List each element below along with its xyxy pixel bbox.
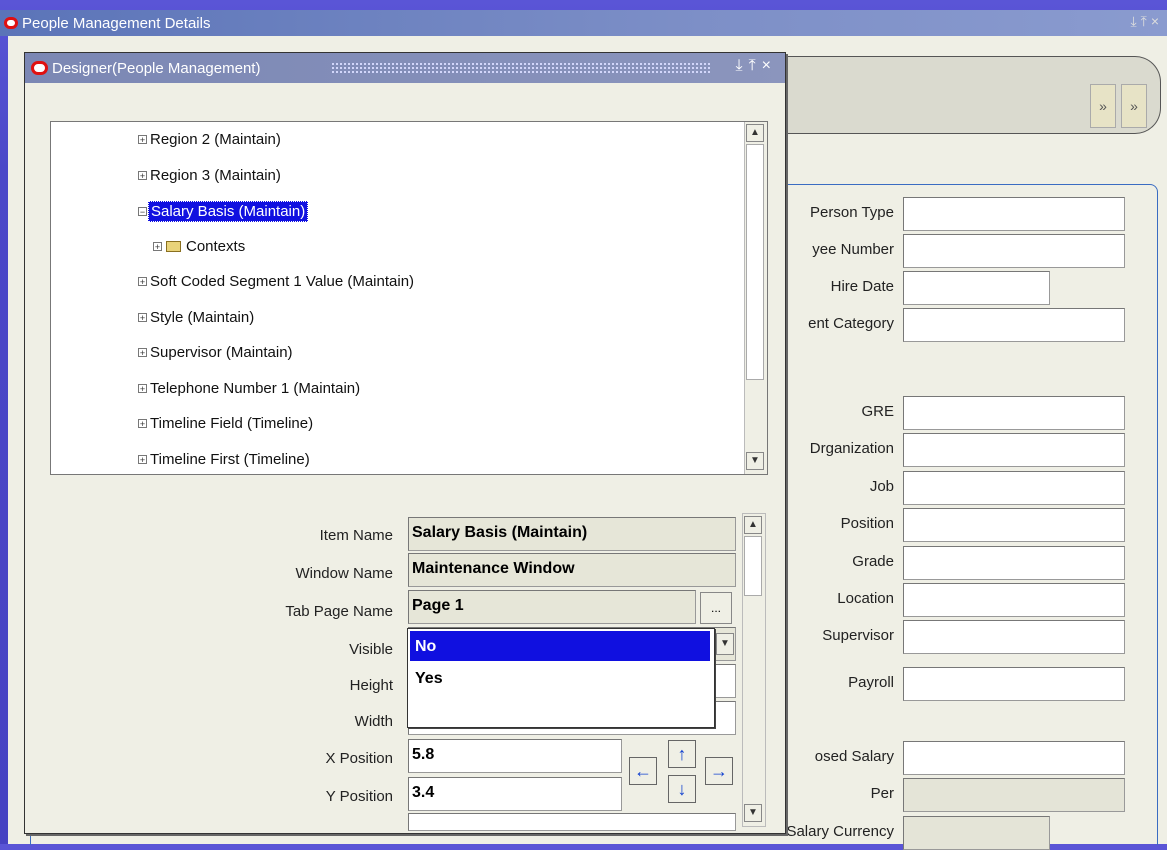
- tab-scroll-last-button[interactable]: »: [1121, 84, 1147, 128]
- visible-label: Visible: [349, 641, 393, 658]
- form-field[interactable]: [903, 508, 1125, 542]
- expand-icon[interactable]: +: [138, 419, 147, 429]
- form-field[interactable]: [903, 471, 1125, 505]
- tree-item[interactable]: − Salary Basis (Maintain): [138, 201, 309, 222]
- tree-item-label: Contexts: [186, 237, 246, 255]
- form-field[interactable]: [903, 741, 1125, 775]
- expand-icon[interactable]: +: [138, 383, 147, 393]
- form-field[interactable]: [903, 816, 1050, 850]
- expand-icon[interactable]: +: [138, 135, 147, 145]
- designer-titlebar[interactable]: Designer(People Management) ⤓⤒×: [25, 53, 785, 83]
- move-left-icon[interactable]: ←: [629, 757, 657, 785]
- move-up-icon[interactable]: ↑: [668, 740, 696, 768]
- visible-dropdown-list[interactable]: No Yes: [407, 628, 715, 728]
- scroll-up-icon[interactable]: ▲: [746, 124, 764, 142]
- tree-item-label: Timeline Field (Timeline): [150, 415, 314, 432]
- visible-dropdown-arrow-icon[interactable]: ▼: [716, 633, 734, 655]
- scroll-thumb[interactable]: [746, 144, 764, 380]
- tree-item[interactable]: + Region 3 (Maintain): [138, 166, 283, 185]
- form-field[interactable]: [903, 308, 1125, 342]
- move-down-icon[interactable]: ↓: [668, 775, 696, 803]
- tree-item-label: Supervisor (Maintain): [150, 344, 293, 361]
- tree-item[interactable]: + Style (Maintain): [138, 308, 256, 327]
- scroll-down-icon[interactable]: ▼: [746, 452, 764, 470]
- tree-item-label: Salary Basis (Maintain): [148, 201, 309, 222]
- tab-page-name-field[interactable]: Page 1: [408, 590, 696, 624]
- y-position-label: Y Position: [325, 788, 393, 805]
- oracle-logo-icon: [4, 17, 18, 29]
- height-label: Height: [349, 677, 393, 694]
- tree-item[interactable]: + Contexts: [153, 237, 247, 256]
- tree-item[interactable]: + Region 2 (Maintain): [138, 130, 283, 149]
- tab-page-name-label: Tab Page Name: [285, 603, 393, 620]
- tree-item[interactable]: + Telephone Number 1 (Maintain): [138, 379, 362, 398]
- next-field-partial[interactable]: [408, 813, 736, 831]
- form-field[interactable]: [903, 396, 1125, 430]
- tab-page-lov-button[interactable]: ...: [700, 592, 732, 624]
- props-scroll-up-icon[interactable]: ▲: [744, 516, 762, 534]
- move-right-icon[interactable]: →: [705, 757, 733, 785]
- tree-item-label: Region 2 (Maintain): [150, 131, 281, 148]
- window-name-label: Window Name: [295, 565, 393, 582]
- visible-option-no[interactable]: No: [410, 631, 710, 661]
- props-scroll-down-icon[interactable]: ▼: [744, 804, 762, 822]
- props-scroll-thumb[interactable]: [744, 536, 762, 596]
- outer-window-titlebar[interactable]: People Management Details ⤓⤒×: [0, 10, 1167, 36]
- props-scrollbar[interactable]: ▲ ▼: [742, 513, 766, 827]
- form-field[interactable]: [903, 546, 1125, 580]
- tree-item[interactable]: + Supervisor (Maintain): [138, 343, 295, 362]
- expand-icon[interactable]: +: [138, 170, 147, 180]
- form-field[interactable]: [903, 433, 1125, 467]
- visible-option-yes[interactable]: Yes: [410, 663, 710, 693]
- titlebar-grip: [331, 62, 711, 74]
- oracle-logo-icon: [31, 61, 48, 75]
- outer-window-controls[interactable]: ⤓⤒×: [1130, 13, 1163, 30]
- tree-item-label: Style (Maintain): [150, 308, 255, 326]
- collapse-icon[interactable]: −: [138, 207, 147, 217]
- tree-scrollbar[interactable]: ▲ ▼: [744, 122, 767, 474]
- folder-icon: [166, 240, 181, 252]
- tree-item[interactable]: + Soft Coded Segment 1 Value (Maintain): [138, 272, 416, 291]
- item-name-field[interactable]: Salary Basis (Maintain): [408, 517, 736, 551]
- form-field[interactable]: [903, 234, 1125, 268]
- expand-icon[interactable]: +: [138, 277, 147, 287]
- tab-scroll-next-button[interactable]: »: [1090, 84, 1116, 128]
- form-field[interactable]: [903, 778, 1125, 812]
- tree-item[interactable]: + Timeline First (Timeline): [138, 450, 312, 469]
- form-field[interactable]: [903, 583, 1125, 617]
- expand-icon[interactable]: +: [138, 454, 147, 464]
- window-name-field[interactable]: Maintenance Window: [408, 553, 736, 587]
- item-tree[interactable]: + Region 2 (Maintain) + Region 3 (Maintain)…: [50, 121, 768, 475]
- designer-window-controls[interactable]: ⤓⤒×: [736, 57, 778, 75]
- width-label: Width: [354, 713, 393, 730]
- form-field[interactable]: [903, 271, 1050, 305]
- x-position-field[interactable]: 5.8: [408, 739, 622, 773]
- expand-icon[interactable]: +: [153, 241, 162, 251]
- item-name-label: Item Name: [319, 527, 393, 544]
- tree-item-label: Soft Coded Segment 1 Value (Maintain): [150, 273, 415, 290]
- tree-item-label: Timeline First (Timeline): [150, 450, 310, 468]
- outer-window-title: People Management Details: [22, 14, 211, 32]
- form-field[interactable]: [903, 620, 1125, 654]
- tree-item-label: Telephone Number 1 (Maintain): [150, 379, 361, 397]
- expand-icon[interactable]: +: [138, 312, 147, 322]
- designer-title: Designer(People Management): [52, 59, 261, 77]
- form-field[interactable]: [903, 667, 1125, 701]
- expand-icon[interactable]: +: [138, 348, 147, 358]
- x-position-label: X Position: [325, 750, 393, 767]
- tree-item[interactable]: + Timeline Field (Timeline): [138, 414, 315, 433]
- form-field[interactable]: [903, 197, 1125, 231]
- tree-item-label: Region 3 (Maintain): [150, 166, 281, 184]
- y-position-field[interactable]: 3.4: [408, 777, 622, 811]
